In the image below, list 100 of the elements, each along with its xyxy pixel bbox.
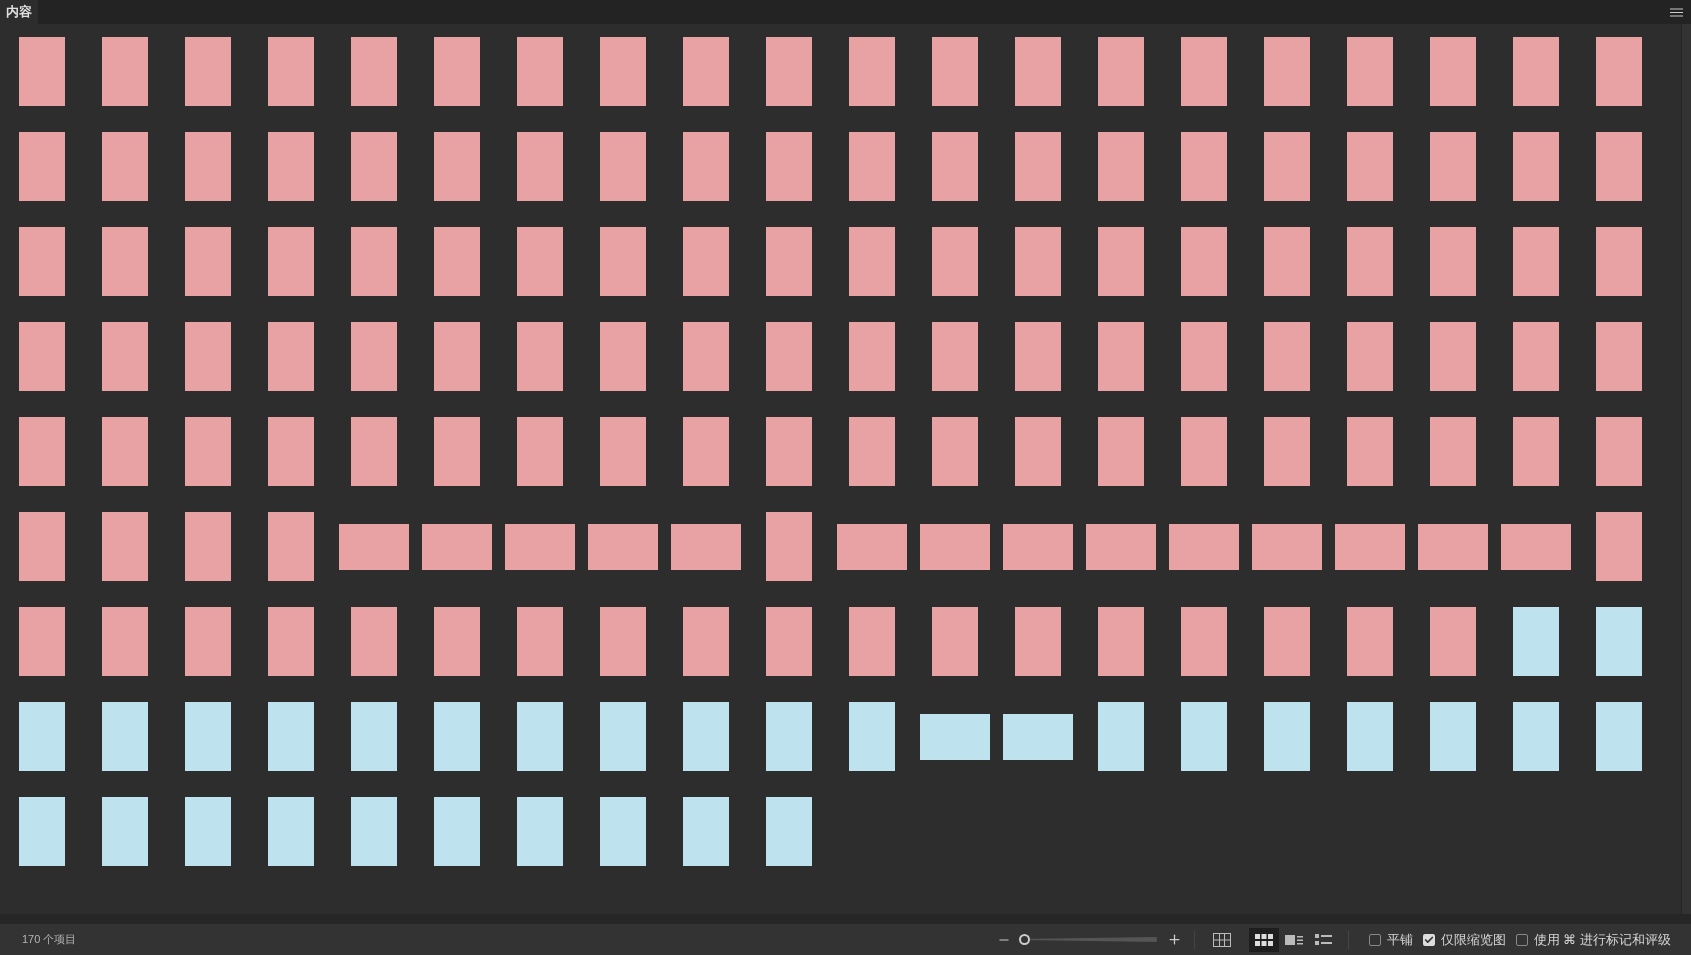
photo-thumbnail[interactable] xyxy=(848,417,895,486)
photo-thumbnail[interactable] xyxy=(433,132,480,201)
photo-thumbnail[interactable] xyxy=(433,797,480,866)
photo-thumbnail[interactable] xyxy=(1097,417,1144,486)
photo-thumbnail[interactable] xyxy=(1014,607,1061,676)
photo-thumbnail[interactable] xyxy=(1180,37,1227,106)
photo-thumbnail[interactable] xyxy=(1346,417,1393,486)
photo-thumbnail[interactable] xyxy=(1180,227,1227,296)
photo-thumbnail[interactable] xyxy=(101,322,148,391)
photo-thumbnail[interactable] xyxy=(1512,702,1559,771)
photo-thumbnail[interactable] xyxy=(765,512,812,581)
photo-thumbnail[interactable] xyxy=(1263,607,1310,676)
photo-thumbnail[interactable] xyxy=(350,37,397,106)
photo-thumbnail[interactable] xyxy=(101,37,148,106)
photo-thumbnail[interactable] xyxy=(267,417,314,486)
photo-thumbnail[interactable] xyxy=(433,417,480,486)
photo-thumbnail[interactable] xyxy=(101,607,148,676)
photo-thumbnail[interactable] xyxy=(18,512,65,581)
photo-thumbnail[interactable] xyxy=(1595,512,1642,581)
photo-thumbnail[interactable] xyxy=(433,702,480,771)
photo-thumbnail[interactable] xyxy=(516,702,563,771)
photo-thumbnail[interactable] xyxy=(599,607,646,676)
photo-thumbnail[interactable] xyxy=(1180,607,1227,676)
photo-thumbnail[interactable] xyxy=(765,417,812,486)
photo-thumbnail[interactable] xyxy=(1097,227,1144,296)
photo-thumbnail[interactable] xyxy=(1346,227,1393,296)
photo-thumbnail[interactable] xyxy=(848,322,895,391)
photo-thumbnail[interactable] xyxy=(1429,37,1476,106)
photo-thumbnail[interactable] xyxy=(101,132,148,201)
photo-thumbnail[interactable] xyxy=(1263,37,1310,106)
photo-thumbnail[interactable] xyxy=(1097,702,1144,771)
photo-thumbnail[interactable] xyxy=(682,132,729,201)
photo-thumbnail[interactable] xyxy=(1429,322,1476,391)
photo-thumbnail[interactable] xyxy=(267,512,314,581)
photo-thumbnail[interactable] xyxy=(184,227,231,296)
photo-thumbnail[interactable] xyxy=(1263,227,1310,296)
photo-thumbnail[interactable] xyxy=(184,132,231,201)
photo-thumbnail[interactable] xyxy=(1429,227,1476,296)
photo-thumbnail[interactable] xyxy=(1417,523,1488,570)
photo-thumbnail[interactable] xyxy=(18,132,65,201)
photo-thumbnail[interactable] xyxy=(267,227,314,296)
photo-thumbnail[interactable] xyxy=(931,37,978,106)
photo-thumbnail[interactable] xyxy=(848,227,895,296)
photo-thumbnail[interactable] xyxy=(599,797,646,866)
photo-thumbnail[interactable] xyxy=(919,523,990,570)
photo-thumbnail[interactable] xyxy=(421,523,492,570)
photo-thumbnail[interactable] xyxy=(1512,322,1559,391)
photo-thumbnail[interactable] xyxy=(670,523,741,570)
view-mode-button[interactable] xyxy=(1248,927,1279,952)
photo-thumbnail[interactable] xyxy=(1429,702,1476,771)
photo-thumbnail[interactable] xyxy=(184,322,231,391)
photo-thumbnail[interactable] xyxy=(599,227,646,296)
photo-thumbnail[interactable] xyxy=(682,37,729,106)
photo-thumbnail[interactable] xyxy=(1512,417,1559,486)
photo-thumbnail[interactable] xyxy=(682,417,729,486)
photo-thumbnail[interactable] xyxy=(931,322,978,391)
photo-thumbnail[interactable] xyxy=(1263,417,1310,486)
photo-thumbnail[interactable] xyxy=(931,132,978,201)
photo-thumbnail[interactable] xyxy=(1180,132,1227,201)
photo-thumbnail[interactable] xyxy=(18,702,65,771)
photo-thumbnail[interactable] xyxy=(267,322,314,391)
photo-thumbnail[interactable] xyxy=(516,417,563,486)
photo-thumbnail[interactable] xyxy=(682,607,729,676)
photo-thumbnail[interactable] xyxy=(682,702,729,771)
photo-thumbnail[interactable] xyxy=(1180,322,1227,391)
photo-thumbnail[interactable] xyxy=(1429,132,1476,201)
photo-thumbnail[interactable] xyxy=(1595,37,1642,106)
photo-thumbnail[interactable] xyxy=(18,417,65,486)
photo-thumbnail[interactable] xyxy=(1346,37,1393,106)
photo-thumbnail[interactable] xyxy=(18,607,65,676)
photo-thumbnail[interactable] xyxy=(1014,322,1061,391)
photo-thumbnail[interactable] xyxy=(848,37,895,106)
photo-thumbnail[interactable] xyxy=(433,607,480,676)
zoom-in-icon[interactable] xyxy=(1166,932,1182,947)
photo-thumbnail[interactable] xyxy=(682,797,729,866)
photo-thumbnail[interactable] xyxy=(101,417,148,486)
photo-thumbnail[interactable] xyxy=(516,607,563,676)
photo-thumbnail[interactable] xyxy=(1512,37,1559,106)
photo-thumbnail[interactable] xyxy=(1180,702,1227,771)
photo-thumbnail[interactable] xyxy=(184,702,231,771)
photo-thumbnail[interactable] xyxy=(765,37,812,106)
photo-thumbnail[interactable] xyxy=(433,37,480,106)
photo-thumbnail[interactable] xyxy=(1500,523,1571,570)
checkbox[interactable] xyxy=(1515,933,1528,946)
photo-thumbnail[interactable] xyxy=(1429,417,1476,486)
photo-thumbnail[interactable] xyxy=(1595,132,1642,201)
photo-thumbnail[interactable] xyxy=(765,607,812,676)
photo-thumbnail[interactable] xyxy=(599,702,646,771)
photo-thumbnail[interactable] xyxy=(18,797,65,866)
photo-thumbnail[interactable] xyxy=(184,607,231,676)
photo-thumbnail[interactable] xyxy=(338,523,409,570)
photo-thumbnail[interactable] xyxy=(1429,607,1476,676)
photo-thumbnail[interactable] xyxy=(504,523,575,570)
photo-thumbnail[interactable] xyxy=(1512,227,1559,296)
photo-thumbnail[interactable] xyxy=(350,607,397,676)
photo-thumbnail[interactable] xyxy=(350,227,397,296)
photo-thumbnail[interactable] xyxy=(1263,132,1310,201)
photo-thumbnail[interactable] xyxy=(1346,132,1393,201)
photo-thumbnail[interactable] xyxy=(433,227,480,296)
photo-thumbnail[interactable] xyxy=(599,37,646,106)
